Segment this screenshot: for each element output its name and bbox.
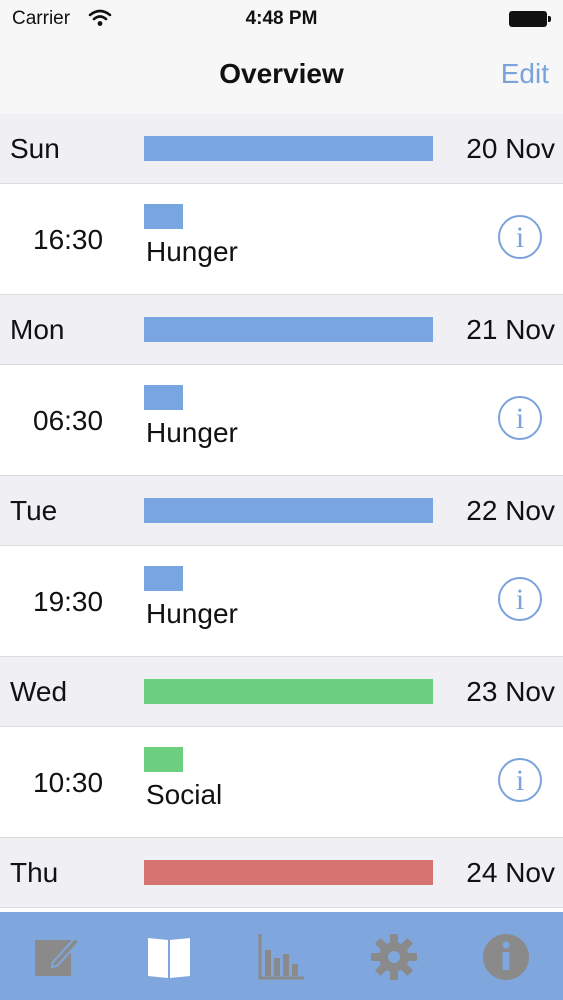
day-date: 22 Nov — [466, 495, 555, 526]
compose-icon — [35, 936, 81, 976]
day-name: Tue — [10, 495, 58, 526]
entry-category: Hunger — [146, 236, 238, 267]
info-icon — [483, 934, 530, 980]
info-icon: i — [515, 764, 525, 797]
entry-row[interactable]: 10:30 Social i — [0, 727, 563, 838]
category-swatch — [144, 385, 183, 410]
day-header-row: Mon 21 Nov — [0, 295, 563, 365]
info-button[interactable]: i — [498, 577, 542, 621]
category-swatch — [144, 566, 183, 591]
overview-list[interactable]: Sun 20 Nov 16:30 Hunger i Mon 21 Nov 06:30 Hunge… — [0, 114, 563, 908]
info-icon: i — [515, 221, 525, 254]
gear-icon — [370, 934, 417, 980]
info-icon: i — [515, 583, 525, 616]
tab-gear[interactable] — [338, 912, 450, 1000]
day-header-row: Tue 22 Nov — [0, 476, 563, 546]
entry-row[interactable]: 16:30 Hunger i — [0, 184, 563, 295]
tab-bar — [0, 912, 563, 1000]
day-date: 24 Nov — [466, 857, 555, 888]
tab-bar-chart[interactable] — [225, 912, 337, 1000]
entry-time: 06:30 — [33, 405, 104, 436]
navigation-bar: Overview Edit — [0, 40, 563, 114]
entry-row[interactable]: 06:30 Hunger i — [0, 365, 563, 476]
battery-icon — [509, 11, 551, 27]
edit-button[interactable]: Edit — [501, 58, 549, 90]
tab-compose[interactable] — [0, 912, 112, 1000]
entry-category: Hunger — [146, 598, 238, 629]
day-date: 21 Nov — [466, 314, 555, 345]
day-name: Mon — [10, 314, 65, 345]
day-header-row: Thu 24 Nov — [0, 838, 563, 908]
entry-time: 16:30 — [33, 224, 104, 255]
day-name: Thu — [10, 857, 59, 888]
info-button[interactable]: i — [498, 758, 542, 802]
entry-category: Hunger — [146, 417, 238, 448]
day-name: Wed — [10, 676, 68, 707]
day-summary-bar — [144, 498, 433, 523]
status-time: 4:48 PM — [245, 8, 318, 29]
category-swatch — [144, 747, 183, 772]
day-summary-bar — [144, 679, 433, 704]
day-header-row: Sun 20 Nov — [0, 114, 563, 184]
page-title: Overview — [219, 58, 344, 89]
tab-book[interactable] — [113, 912, 225, 1000]
day-name: Sun — [10, 133, 60, 164]
bar-chart-icon — [258, 934, 305, 980]
entry-time: 10:30 — [33, 767, 104, 798]
entry-time: 19:30 — [33, 586, 104, 617]
day-header-row: Wed 23 Nov — [0, 657, 563, 727]
book-icon — [147, 938, 190, 978]
day-date: 23 Nov — [466, 676, 555, 707]
day-summary-bar — [144, 136, 433, 161]
info-icon: i — [515, 402, 525, 435]
entry-row[interactable]: 19:30 Hunger i — [0, 546, 563, 657]
tab-info[interactable] — [450, 912, 562, 1000]
day-summary-bar — [144, 860, 433, 885]
entry-category: Social — [146, 779, 223, 810]
day-summary-bar — [144, 317, 433, 342]
info-button[interactable]: i — [498, 215, 542, 259]
info-button[interactable]: i — [498, 396, 542, 440]
category-swatch — [144, 204, 183, 229]
status-bar: Carrier 4:48 PM — [0, 0, 563, 40]
day-date: 20 Nov — [466, 133, 555, 164]
